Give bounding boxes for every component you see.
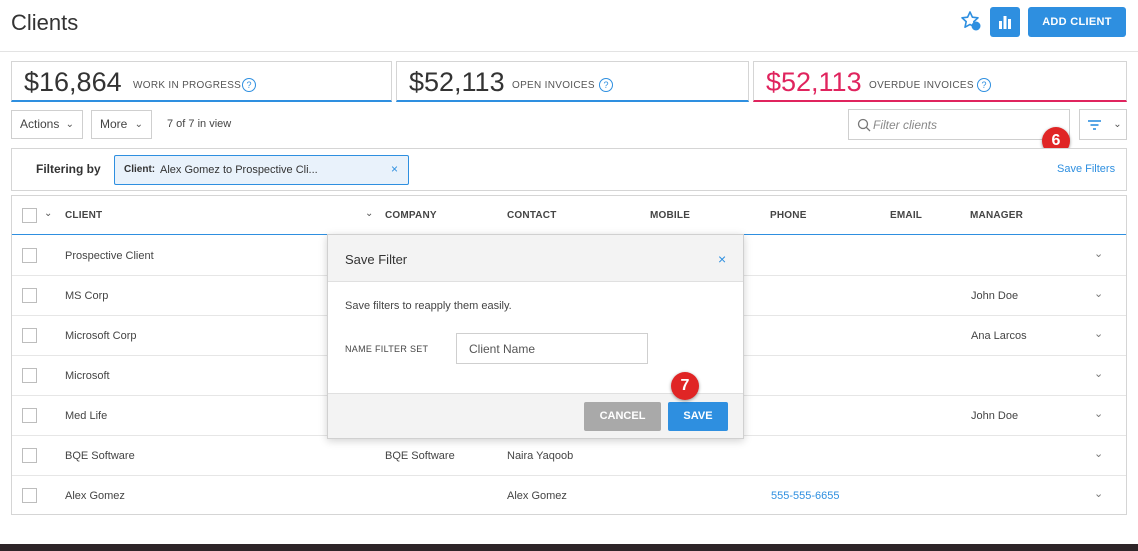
phone-link[interactable]: 555-555-6655 [771, 490, 840, 502]
bottom-edge-bar [0, 544, 1138, 551]
column-contact[interactable]: CONTACT [507, 210, 557, 221]
records-in-view-count: 7 of 7 in view [167, 118, 232, 130]
help-icon[interactable]: ? [599, 78, 613, 92]
step-marker-7: 7 [671, 372, 699, 400]
name-filter-set-label: NAME FILTER SET [345, 344, 429, 354]
column-client[interactable]: CLIENT [65, 210, 102, 221]
reports-chart-button[interactable] [990, 7, 1020, 37]
contact: Naira Yaqoob [507, 450, 574, 462]
save-filters-link[interactable]: Save Filters [1057, 163, 1115, 175]
manager: Ana Larcos [971, 330, 1027, 342]
save-filter-dialog: Save Filter × Save filters to reapply th… [327, 234, 744, 439]
filter-options-chevron-down-icon[interactable]: ⌄ [1109, 109, 1127, 140]
client-name[interactable]: Med Life [65, 410, 107, 422]
expand-row-chevron-down-icon[interactable]: ⌄ [1094, 287, 1103, 300]
select-all-checkbox[interactable] [22, 208, 37, 223]
filter-set-name-input[interactable] [456, 333, 648, 364]
client-name[interactable]: Alex Gomez [65, 490, 125, 502]
filter-clients-search[interactable] [848, 109, 1070, 140]
more-label: More [100, 117, 128, 131]
add-client-button[interactable]: ADD CLIENT [1028, 7, 1126, 37]
company: BQE Software [385, 450, 455, 462]
favorite-star-icon[interactable] [960, 10, 982, 32]
actions-label: Actions [20, 117, 60, 131]
client-name[interactable]: Microsoft [65, 370, 110, 382]
kpi-label: OPEN INVOICES [512, 80, 595, 91]
table-row[interactable]: BQE Software BQE Software Naira Yaqoob ⌄ [12, 436, 1126, 476]
kpi-amount: $52,113 [766, 67, 862, 97]
search-icon [857, 118, 871, 132]
kpi-overdue-invoices[interactable]: $52,113 OVERDUE INVOICES ? [753, 61, 1127, 102]
expand-row-chevron-down-icon[interactable]: ⌄ [1094, 407, 1103, 420]
remove-filter-close-icon[interactable]: × [391, 162, 398, 176]
column-company[interactable]: COMPANY [385, 210, 437, 221]
kpi-work-in-progress[interactable]: $16,864 WORK IN PROGRESS ? [11, 61, 392, 102]
chip-value: Alex Gomez to Prospective Cli... [160, 164, 318, 176]
help-icon[interactable]: ? [242, 78, 256, 92]
cancel-button[interactable]: CANCEL [584, 402, 661, 431]
client-name[interactable]: BQE Software [65, 450, 135, 462]
chip-key: Client: [124, 164, 156, 175]
client-name[interactable]: Prospective Client [65, 250, 154, 262]
filter-clients-input[interactable] [873, 114, 1063, 136]
active-filters-panel: Filtering by Client: Alex Gomez to Prosp… [11, 148, 1127, 191]
manager: John Doe [971, 290, 1019, 302]
table-row[interactable]: Alex Gomez Alex Gomez 555-555-6655 ⌄ [12, 476, 1126, 516]
chevron-down-icon: ⌄ [134, 119, 143, 130]
page-title: Clients [11, 10, 79, 35]
help-icon[interactable]: ? [977, 78, 991, 92]
column-mobile[interactable]: MOBILE [650, 210, 690, 221]
expand-row-chevron-down-icon[interactable]: ⌄ [1094, 487, 1103, 500]
column-email[interactable]: EMAIL [890, 210, 922, 221]
kpi-amount: $16,864 [24, 67, 122, 97]
close-icon[interactable]: × [718, 251, 726, 267]
kpi-label: OVERDUE INVOICES [869, 80, 974, 91]
column-phone[interactable]: PHONE [770, 210, 807, 221]
actions-dropdown[interactable]: Actions ⌄ [11, 110, 83, 139]
sort-chevron-down-icon[interactable]: ⌄ [365, 208, 373, 219]
manager: John Doe [971, 410, 1019, 422]
dialog-header: Save Filter × [328, 235, 743, 282]
row-checkbox[interactable] [22, 328, 37, 343]
dialog-footer: CANCEL SAVE [328, 393, 743, 438]
column-manager[interactable]: MANAGER [970, 210, 1023, 221]
kpi-amount: $52,113 [409, 67, 505, 97]
row-checkbox[interactable] [22, 288, 37, 303]
filter-lines-icon [1088, 120, 1101, 130]
row-checkbox[interactable] [22, 408, 37, 423]
client-filter-chip[interactable]: Client: Alex Gomez to Prospective Cli...… [114, 155, 409, 185]
page-header: Clients ADD CLIENT [0, 0, 1138, 52]
filter-button[interactable] [1079, 109, 1110, 140]
table-header: ⌄ CLIENT ⌄ COMPANY CONTACT MOBILE PHONE … [12, 196, 1126, 235]
row-checkbox[interactable] [22, 488, 37, 503]
client-name[interactable]: MS Corp [65, 290, 108, 302]
contact: Alex Gomez [507, 490, 567, 502]
select-options-chevron-down-icon[interactable]: ⌄ [44, 208, 52, 219]
filtering-by-label: Filtering by [36, 162, 101, 176]
kpi-label: WORK IN PROGRESS [133, 80, 242, 91]
expand-row-chevron-down-icon[interactable]: ⌄ [1094, 247, 1103, 260]
kpi-open-invoices[interactable]: $52,113 OPEN INVOICES ? [396, 61, 749, 102]
row-checkbox[interactable] [22, 248, 37, 263]
save-button[interactable]: SAVE [668, 402, 728, 431]
dialog-title: Save Filter [345, 252, 408, 267]
expand-row-chevron-down-icon[interactable]: ⌄ [1094, 447, 1103, 460]
client-name[interactable]: Microsoft Corp [65, 330, 137, 342]
bar-chart-icon [999, 16, 1011, 29]
dialog-description: Save filters to reapply them easily. [345, 300, 512, 312]
more-dropdown[interactable]: More ⌄ [91, 110, 152, 139]
chevron-down-icon: ⌄ [65, 119, 74, 130]
expand-row-chevron-down-icon[interactable]: ⌄ [1094, 327, 1103, 340]
expand-row-chevron-down-icon[interactable]: ⌄ [1094, 367, 1103, 380]
row-checkbox[interactable] [22, 448, 37, 463]
row-checkbox[interactable] [22, 368, 37, 383]
